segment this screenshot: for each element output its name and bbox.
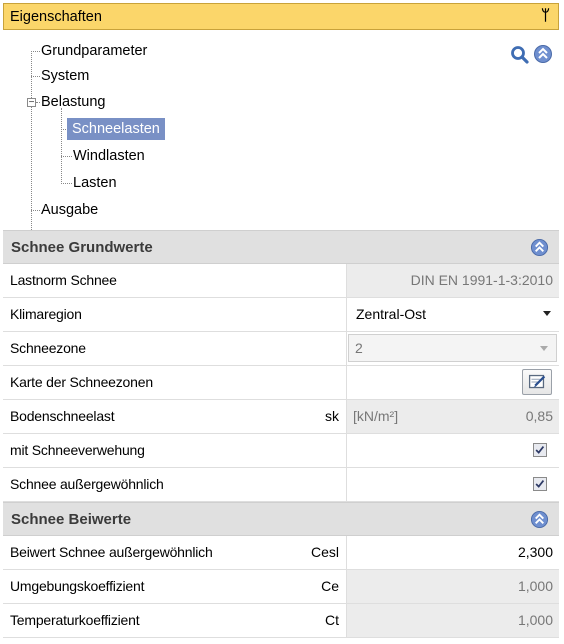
row-label: Schnee außergewöhnlich [10, 476, 164, 492]
row-symbol: Cesl [310, 544, 339, 560]
row-schneeverwehung: mit Schneeverwehung [3, 434, 559, 468]
row-beiwert-aussergewoehnlich: Beiwert Schnee außergewöhnlich Cesl 2,30… [3, 536, 559, 570]
row-label: Temperaturkoeffizient [10, 612, 140, 628]
row-label: Lastnorm Schnee [10, 272, 117, 288]
value-cell [346, 366, 559, 399]
row-karte-schneezonen: Karte der Schneezonen [3, 366, 559, 400]
bodenschneelast-value: 0,85 [525, 408, 553, 424]
chevron-down-icon[interactable] [543, 311, 551, 316]
schnee-aussergewoehnlich-checkbox[interactable] [533, 477, 547, 491]
tree-item-lasten[interactable]: Lasten [73, 172, 117, 194]
schneeverwehung-checkbox[interactable] [533, 443, 547, 457]
row-symbol: Ct [325, 612, 339, 628]
row-label: Umgebungskoeffizient [10, 578, 145, 594]
row-label: Klimaregion [10, 306, 82, 322]
property-grid: Schnee Grundwerte Lastnorm Schnee DIN EN… [3, 230, 559, 638]
tree-connector [31, 210, 40, 211]
map-edit-icon [528, 374, 546, 389]
panel-title-bar: Eigenschaften ᛘ [3, 3, 559, 30]
collapse-icon[interactable] [530, 510, 549, 529]
value-cell: [kN/m²] 0,85 [346, 400, 559, 433]
tree-connector [61, 156, 72, 157]
section-schnee-beiwerte[interactable]: Schnee Beiwerte [3, 502, 559, 536]
checkmark-icon [535, 480, 545, 488]
checkmark-icon [535, 446, 545, 454]
row-label: Schneezone [10, 340, 86, 356]
cesl-input[interactable]: 2,300 [346, 536, 559, 569]
row-symbol: Ce [321, 578, 339, 594]
klimaregion-dropdown[interactable]: Zentral-Ost [346, 298, 559, 331]
tree-connector [31, 51, 40, 52]
collapse-icon[interactable] [530, 238, 549, 257]
row-label: Bodenschneelast [10, 408, 115, 424]
row-schnee-aussergewoehnlich: Schnee außergewöhnlich [3, 468, 559, 502]
value-cell [346, 468, 559, 501]
ct-value: 1,000 [517, 612, 553, 628]
tree-connector [31, 76, 40, 77]
row-lastnorm-schnee: Lastnorm Schnee DIN EN 1991-1-3:2010 [3, 264, 559, 298]
row-temperaturkoeffizient: Temperaturkoeffizient Ct 1,000 [3, 604, 559, 638]
tree-item-windlasten[interactable]: Windlasten [73, 145, 145, 167]
tree-item-schneelasten[interactable]: Schneelasten [67, 118, 165, 140]
klimaregion-value: Zentral-Ost [356, 306, 427, 322]
unit-label: [kN/m²] [353, 408, 399, 424]
tree-connector [61, 108, 62, 184]
section-title: Schnee Grundwerte [11, 238, 153, 256]
search-icon[interactable] [509, 44, 531, 66]
tree-connector [61, 183, 72, 184]
panel-title: Eigenschaften [10, 8, 102, 25]
section-title: Schnee Beiwerte [11, 510, 132, 528]
row-label: mit Schneeverwehung [10, 442, 145, 458]
value-cell: 1,000 [346, 604, 559, 637]
lastnorm-value: DIN EN 1991-1-3:2010 [410, 272, 553, 288]
schneezone-value: 2 [355, 340, 363, 356]
open-map-button[interactable] [522, 369, 552, 395]
tree-connector [31, 51, 32, 232]
value-cell: 1,000 [346, 570, 559, 603]
ce-value: 1,000 [517, 578, 553, 594]
row-symbol: sk [325, 408, 339, 424]
cesl-value: 2,300 [517, 544, 553, 560]
value-cell: 2 [346, 332, 559, 365]
pin-icon[interactable]: ᛘ [541, 7, 550, 24]
tree-item-ausgabe[interactable]: Ausgabe [41, 199, 98, 221]
navigation-tree: − Grundparameter System Belastung Schnee… [0, 30, 564, 232]
collapse-expander-icon[interactable]: − [27, 98, 36, 108]
row-umgebungskoeffizient: Umgebungskoeffizient Ce 1,000 [3, 570, 559, 604]
tree-item-system[interactable]: System [41, 65, 89, 87]
value-cell [346, 434, 559, 467]
collapse-icon[interactable] [533, 44, 553, 64]
section-schnee-grundwerte[interactable]: Schnee Grundwerte [3, 230, 559, 264]
schneezone-dropdown[interactable]: 2 [348, 334, 557, 362]
chevron-down-icon[interactable] [540, 346, 548, 351]
row-bodenschneelast: Bodenschneelast sk [kN/m²] 0,85 [3, 400, 559, 434]
tree-item-belastung[interactable]: Belastung [41, 91, 106, 113]
value-cell: DIN EN 1991-1-3:2010 [346, 264, 559, 297]
tree-item-grundparameter[interactable]: Grundparameter [41, 40, 147, 62]
tree-connector [36, 102, 40, 103]
row-klimaregion: Klimaregion Zentral-Ost [3, 298, 559, 332]
row-schneezone: Schneezone 2 [3, 332, 559, 366]
row-label: Beiwert Schnee außergewöhnlich [10, 544, 213, 560]
row-label: Karte der Schneezonen [10, 374, 153, 390]
